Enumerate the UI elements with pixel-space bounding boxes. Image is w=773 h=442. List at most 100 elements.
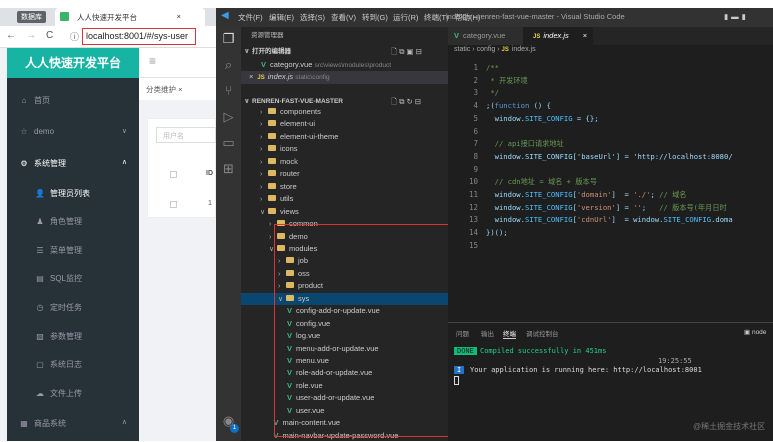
folder-element-ui[interactable]: › element-ui [241,118,448,131]
run-debug-icon[interactable]: ▷ [220,109,237,126]
info-icon: ⓘ [70,32,80,42]
chevron-icon: ∨ [121,128,127,135]
line-number: 12 [468,202,478,212]
menu-3[interactable]: 查看(V) [331,12,356,23]
folder-sys[interactable]: ∨ sys [241,292,448,306]
menu-1[interactable]: 编辑(E) [269,12,294,23]
open-file-index[interactable]: × JS index.js static\config [241,71,448,84]
panel-tab-0[interactable]: 问题 [456,328,469,338]
line-number: 3 [473,88,478,98]
folder-demo[interactable]: › demo [241,231,448,244]
folder-store[interactable]: › store [241,181,448,194]
reload-icon[interactable]: C [46,30,53,41]
folder-element-ui-theme[interactable]: › element-ui-theme [241,131,448,144]
close-icon[interactable]: × [583,31,587,40]
file-main-content-vue[interactable]: Vmain-content.vue [241,417,448,430]
code-line[interactable]: */ [486,88,499,97]
source-control-icon[interactable]: ⑂ [220,83,237,100]
search-icon[interactable]: ⌕ [220,57,237,74]
tab-close-button[interactable]: × [177,12,181,21]
select-all-checkbox[interactable] [170,171,177,178]
code-line[interactable]: window.SITE_CONFIG['baseUrl'] = 'http://… [486,152,733,161]
bookmark-tag[interactable]: 数据库 [17,11,46,23]
file-menu-add-or-update-vue[interactable]: Vmenu-add-or-update.vue [241,343,448,356]
file-user-add-or-update-vue[interactable]: Vuser-add-or-update.vue [241,392,448,405]
sidebar-item-3[interactable]: 👤 管理员列表 [7,188,139,199]
done-badge: DONE [454,347,477,355]
menu-4[interactable]: 转到(G) [362,12,388,23]
folder-common[interactable]: › common [241,218,448,231]
sidebar-item-0[interactable]: ⌂ 首页 [7,95,139,106]
menu-5[interactable]: 运行(R) [393,12,418,23]
menu-0[interactable]: 文件(F) [238,12,263,23]
panel-tab-2[interactable]: 终端 [503,328,516,339]
file-role-vue[interactable]: Vrole.vue [241,380,448,393]
code-line[interactable]: // api接口请求地址 [486,139,564,149]
explorer-icon[interactable]: ❐ [220,31,237,48]
menu-2[interactable]: 选择(S) [300,12,325,23]
file-log-vue[interactable]: Vlog.vue [241,330,448,343]
row-checkbox[interactable] [170,201,177,208]
hamburger-button[interactable]: ≡ [139,48,216,78]
file-config-vue[interactable]: Vconfig.vue [241,318,448,331]
folder-icon [268,207,276,214]
line-number: 8 [473,151,478,161]
back-icon[interactable]: ← [6,30,16,41]
browser-tab[interactable]: 人人快速开发平台 × [55,8,205,26]
sidebar-item-4[interactable]: ♟ 角色管理 [7,216,139,227]
sidebar-item-7[interactable]: ◷ 定时任务 [7,302,139,313]
page-tab[interactable]: 分类维护 × [139,78,216,100]
tab-title: 人人快速开发平台 [77,13,137,22]
sidebar-item-6[interactable]: ▤ SQL监控 [7,273,139,284]
code-line[interactable]: // cdn地址 = 域名 + 版本号 [486,177,597,187]
sidebar-item-11[interactable]: ▦ 商品系统 ∧ [7,418,139,429]
folder-job[interactable]: › job [241,255,448,268]
folder-icon [277,220,285,227]
tab-index-js[interactable]: JS index.js × [523,27,593,45]
terminal-cursor[interactable] [454,376,459,385]
folder-router[interactable]: › router [241,168,448,181]
code-line[interactable]: window.SITE_CONFIG['cdnUrl'] = window.SI… [486,215,733,224]
file-role-add-or-update-vue[interactable]: Vrole-add-or-update.vue [241,367,448,380]
folder-views[interactable]: ∨ views [241,206,448,219]
sidebar-item-2[interactable]: ⚙ 系统管理 ∧ [7,158,139,169]
file-main-navbar-update-password-vue[interactable]: Vmain-navbar-update-password.vue [241,430,448,442]
folder-utils[interactable]: › utils [241,193,448,206]
vue-file-icon: V [287,380,293,390]
username-search-input[interactable]: 用户名 [156,127,216,143]
sidebar-item-1[interactable]: ☆ demo ∨ [7,127,139,136]
file-menu-vue[interactable]: Vmenu.vue [241,355,448,368]
sidebar-item-8[interactable]: ▧ 参数管理 [7,331,139,342]
sidebar-item-10[interactable]: ☁ 文件上传 [7,388,139,399]
code-line[interactable]: })(); [486,228,508,237]
code-line[interactable]: window.SITE_CONFIG['domain'] = './'; // … [486,190,687,200]
folder-icons[interactable]: › icons [241,143,448,156]
menu-6[interactable]: 终端(T) [424,12,449,23]
layout-icons[interactable]: ▮▬▮ [724,12,749,21]
folder-mock[interactable]: › mock [241,156,448,169]
code-line[interactable]: ;(function () { [486,101,551,110]
code-line[interactable]: * 开发环境 [486,76,527,86]
folder-oss[interactable]: › oss [241,268,448,281]
file-user-vue[interactable]: Vuser.vue [241,405,448,418]
extensions-icon[interactable]: ⊞ [220,161,237,178]
file-config-add-or-update-vue[interactable]: Vconfig-add-or-update.vue [241,305,448,318]
panel-tab-3[interactable]: 调试控制台 [526,328,559,338]
folder-product[interactable]: › product [241,280,448,293]
url-input[interactable]: localhost:8001/#/sys-user [82,28,196,45]
open-file-category[interactable]: Vcategory.vue src\views\modules\product [241,59,448,72]
panel-tab-1[interactable]: 输出 [481,328,494,338]
code-line[interactable]: window.SITE_CONFIG['version'] = ''; // 版… [486,203,727,213]
sidebar-item-9[interactable]: ▢ 系统日志 [7,359,139,370]
code-line[interactable]: window.SITE_CONFIG = {}; [486,114,599,123]
code-line[interactable]: /** [486,63,499,72]
forward-icon[interactable]: → [26,30,36,41]
upload-icon: ☁ [36,389,44,398]
open-editors-actions[interactable]: 🗋 ⧉ ▣ ⊟ [391,46,441,59]
tab-category-vue[interactable]: Vcategory.vue [448,27,523,45]
folder-modules[interactable]: ∨ modules [241,243,448,256]
terminal-shell[interactable]: ▣ node [744,328,766,336]
folder-components[interactable]: › components [241,106,448,119]
remote-icon[interactable]: ▭ [220,135,237,152]
sidebar-item-5[interactable]: ☰ 菜单管理 [7,245,139,256]
